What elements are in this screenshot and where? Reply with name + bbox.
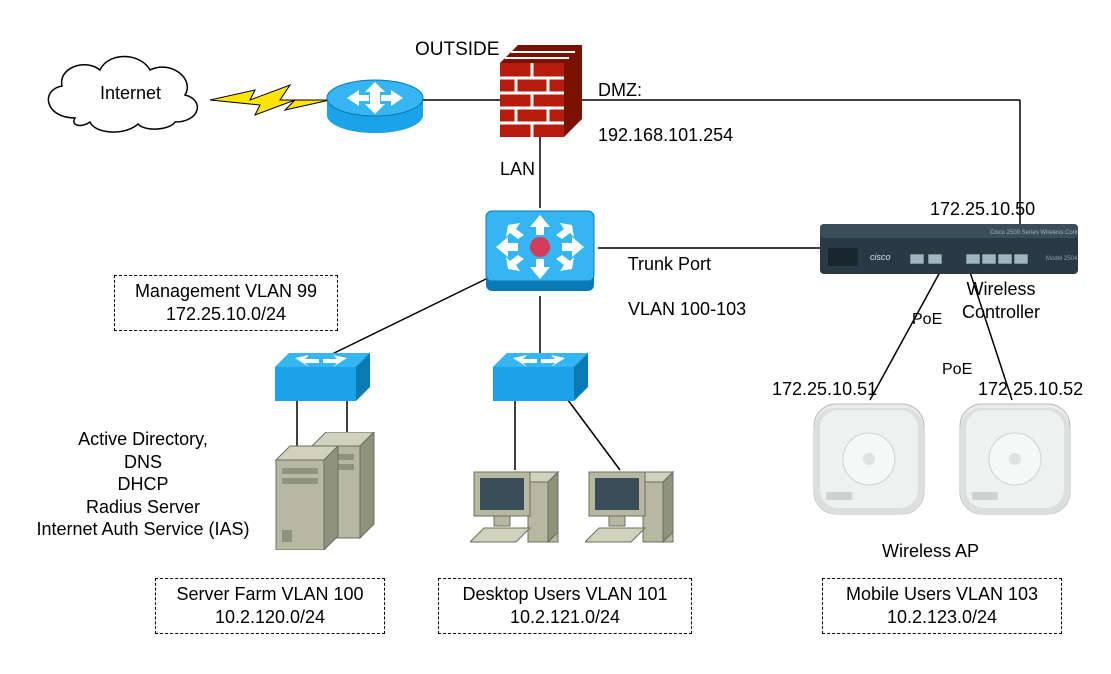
dmz-ip: 192.168.101.254 bbox=[598, 125, 733, 145]
svg-text:Cisco 2500 Series Wireless Con: Cisco 2500 Series Wireless Controller bbox=[990, 230, 1078, 236]
svg-text:cisco: cisco bbox=[870, 252, 891, 262]
desktop-users-box: Desktop Users VLAN 101 10.2.121.0/24 bbox=[438, 578, 692, 634]
server-stack-icon bbox=[270, 432, 380, 550]
mobile-line2: 10.2.123.0/24 bbox=[887, 606, 997, 629]
mobile-line1: Mobile Users VLAN 103 bbox=[846, 583, 1038, 606]
mgmt-vlan-box: Management VLAN 99 172.25.10.0/24 bbox=[114, 275, 338, 331]
desktop-line2: 10.2.121.0/24 bbox=[510, 606, 620, 629]
dmz-title: DMZ: bbox=[598, 80, 642, 100]
wireless-ap-label: Wireless AP bbox=[882, 540, 979, 563]
trunk-port: Trunk Port bbox=[628, 254, 711, 274]
wireless-ap-left-icon bbox=[810, 400, 928, 518]
router-icon bbox=[325, 70, 425, 135]
internet-label: Internet bbox=[100, 82, 161, 105]
trunk-label: Trunk Port VLAN 100-103 bbox=[618, 230, 746, 320]
ap2-ip-label: 172.25.10.52 bbox=[978, 378, 1083, 401]
wireless-controller-icon: Cisco 2500 Series Wireless Controller ci… bbox=[820, 224, 1078, 274]
mobile-users-box: Mobile Users VLAN 103 10.2.123.0/24 bbox=[822, 578, 1062, 634]
outside-label: OUTSIDE bbox=[415, 38, 499, 62]
server-farm-box: Server Farm VLAN 100 10.2.120.0/24 bbox=[155, 578, 385, 634]
wireless-ap-right-icon bbox=[956, 400, 1074, 518]
desktop-line1: Desktop Users VLAN 101 bbox=[462, 583, 667, 606]
desktop-pc-right-icon bbox=[585, 462, 680, 550]
ap1-ip-label: 172.25.10.51 bbox=[772, 378, 877, 401]
firewall-icon bbox=[500, 45, 582, 137]
lan-label: LAN bbox=[500, 158, 535, 181]
poe2-label: PoE bbox=[942, 360, 972, 380]
core-switch-icon bbox=[480, 205, 600, 297]
wlc-ip-label: 172.25.10.50 bbox=[930, 198, 1035, 221]
wireless-controller-label: Wireless Controller bbox=[962, 278, 1040, 323]
poe1-label: PoE bbox=[912, 310, 942, 330]
svg-text:Model 2504: Model 2504 bbox=[1046, 256, 1078, 262]
trunk-vlans: VLAN 100-103 bbox=[628, 299, 746, 319]
server-services-label: Active Directory, DNS DHCP Radius Server… bbox=[28, 428, 258, 541]
lightning-connector-icon bbox=[210, 80, 330, 120]
server-farm-line1: Server Farm VLAN 100 bbox=[176, 583, 363, 606]
mgmt-line1: Management VLAN 99 bbox=[135, 280, 317, 303]
mgmt-line2: 172.25.10.0/24 bbox=[166, 303, 286, 326]
dmz-label: DMZ: 192.168.101.254 bbox=[588, 56, 733, 146]
access-switch-mid-icon bbox=[493, 353, 588, 401]
server-farm-line2: 10.2.120.0/24 bbox=[215, 606, 325, 629]
desktop-pc-left-icon bbox=[470, 462, 565, 550]
access-switch-left-icon bbox=[275, 353, 370, 401]
